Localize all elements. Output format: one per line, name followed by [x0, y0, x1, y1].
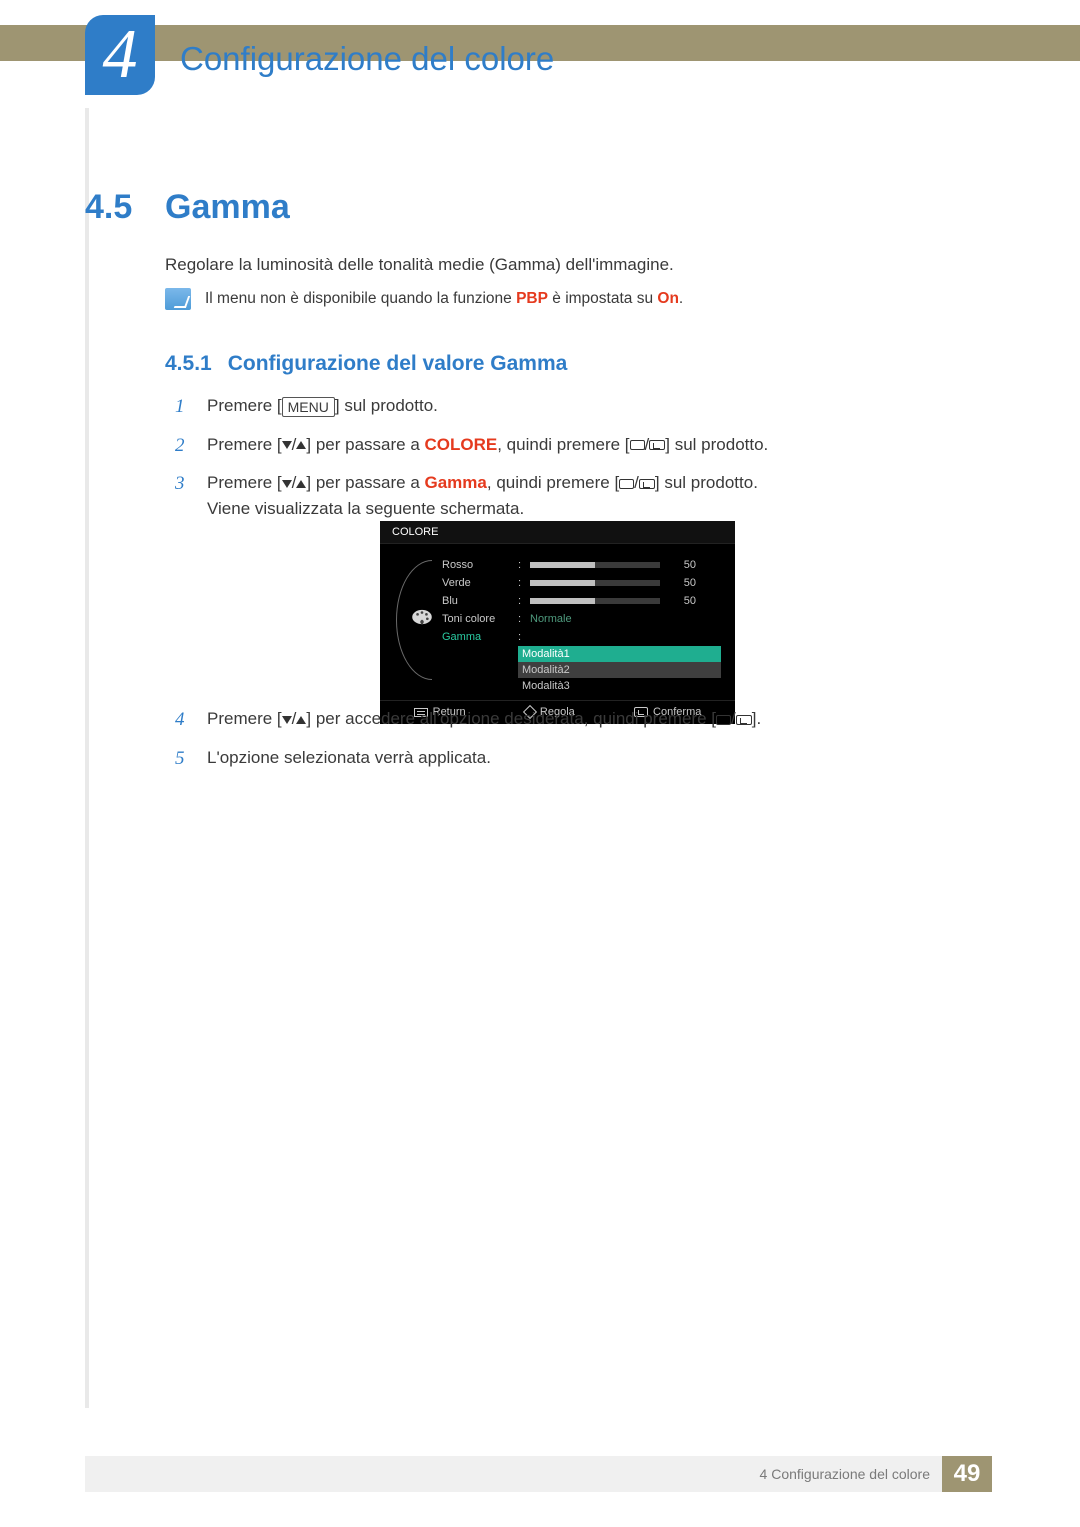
note-post: . [679, 290, 683, 307]
left-rule [85, 108, 89, 1408]
chapter-number-badge: 4 [85, 15, 155, 95]
t: ] per passare a [306, 435, 424, 454]
steps-list-2: 4 Premere [/] per accedere all'opzione d… [175, 706, 935, 783]
note-text: Il menu non è disponibile quando la funz… [205, 290, 683, 308]
t: Premere [ [207, 435, 282, 454]
step-number: 5 [175, 745, 189, 774]
osd-row-toni: Toni colore : Normale [442, 610, 721, 628]
t: Premere [ [207, 709, 282, 728]
down-icon [282, 716, 292, 724]
t: ] per accedere all'opzione desiderata, q… [306, 709, 716, 728]
subsection-heading: 4.5.1 Configurazione del valore Gamma [165, 352, 567, 376]
palette-icon [411, 609, 433, 625]
step-1: 1 Premere [MENU] sul prodotto. [175, 393, 935, 422]
source-icon [630, 440, 645, 450]
osd-label: Gamma [442, 631, 512, 643]
section-intro: Regolare la luminosità delle tonalità me… [165, 255, 674, 275]
enter-icon [736, 715, 752, 725]
osd-slider [530, 598, 660, 604]
osd-value: 50 [666, 559, 696, 571]
note-mid: è impostata su [548, 290, 657, 307]
subsection-number: 4.5.1 [165, 352, 212, 376]
footer-bar: 4 Configurazione del colore 49 [85, 1456, 992, 1492]
hl-gamma: Gamma [425, 473, 487, 492]
step-number: 2 [175, 432, 189, 461]
osd-label: Rosso [442, 559, 512, 571]
steps-list: 1 Premere [MENU] sul prodotto. 2 Premere… [175, 393, 935, 531]
source-icon [619, 479, 634, 489]
note-pre: Il menu non è disponibile quando la funz… [205, 290, 516, 307]
t: ] sul prodotto. [335, 396, 438, 415]
osd-label: Blu [442, 595, 512, 607]
t: , quindi premere [ [497, 435, 629, 454]
step-number: 4 [175, 706, 189, 735]
step-number: 1 [175, 393, 189, 422]
source-icon [716, 715, 731, 725]
osd-option: Modalità3 [518, 678, 721, 694]
step-4: 4 Premere [/] per accedere all'opzione d… [175, 706, 935, 735]
step-3: 3 Premere [/] per passare a Gamma, quind… [175, 470, 935, 521]
note-hl-on: On [657, 290, 679, 307]
t: Viene visualizzata la seguente schermata… [207, 499, 524, 518]
step-number: 3 [175, 470, 189, 499]
osd-label: Verde [442, 577, 512, 589]
osd-gamma-options: Modalità1 Modalità2 Modalità3 [518, 646, 721, 694]
t: Premere [ [207, 473, 282, 492]
up-icon [296, 441, 306, 449]
section-title: Gamma [165, 188, 290, 227]
osd-option: Modalità1 [518, 646, 721, 662]
up-icon [296, 716, 306, 724]
step-5: 5 L'opzione selezionata verrà applicata. [175, 745, 935, 774]
subsection-title: Configurazione del valore Gamma [228, 352, 568, 376]
enter-icon [649, 440, 665, 450]
hl-colore: COLORE [425, 435, 498, 454]
t: ] sul prodotto. [655, 473, 758, 492]
osd-option: Modalità2 [518, 662, 721, 678]
osd-row-blu: Blu : 50 [442, 592, 721, 610]
up-icon [296, 480, 306, 488]
enter-icon [639, 479, 655, 489]
down-icon [282, 480, 292, 488]
t: Premere [ [207, 396, 282, 415]
osd-value: 50 [666, 577, 696, 589]
osd-label: Toni colore [442, 613, 512, 625]
osd-value: 50 [666, 595, 696, 607]
t: ] per passare a [306, 473, 424, 492]
t: ] sul prodotto. [665, 435, 768, 454]
section-number: 4.5 [85, 188, 132, 227]
t: L'opzione selezionata verrà applicata. [207, 745, 935, 771]
osd-slider [530, 580, 660, 586]
osd-screenshot: COLORE Rosso : 50 Verde : 50 B [380, 521, 735, 724]
step-2: 2 Premere [/] per passare a COLORE, quin… [175, 432, 935, 461]
osd-row-rosso: Rosso : 50 [442, 556, 721, 574]
chapter-title: Configurazione del colore [180, 40, 554, 78]
note-row: Il menu non è disponibile quando la funz… [165, 288, 683, 310]
note-icon [165, 288, 191, 310]
note-hl-pbp: PBP [516, 290, 548, 307]
osd-value: Normale [530, 613, 572, 625]
footer-text: 4 Configurazione del colore [760, 1466, 930, 1482]
menu-key-icon: MENU [282, 397, 335, 417]
osd-slider [530, 562, 660, 568]
t: ]. [752, 709, 761, 728]
t: , quindi premere [ [487, 473, 619, 492]
page-number-badge: 49 [942, 1456, 992, 1492]
osd-row-verde: Verde : 50 [442, 574, 721, 592]
osd-title: COLORE [380, 521, 735, 544]
osd-row-gamma: Gamma : [442, 628, 721, 646]
osd-arc [396, 560, 432, 680]
down-icon [282, 441, 292, 449]
